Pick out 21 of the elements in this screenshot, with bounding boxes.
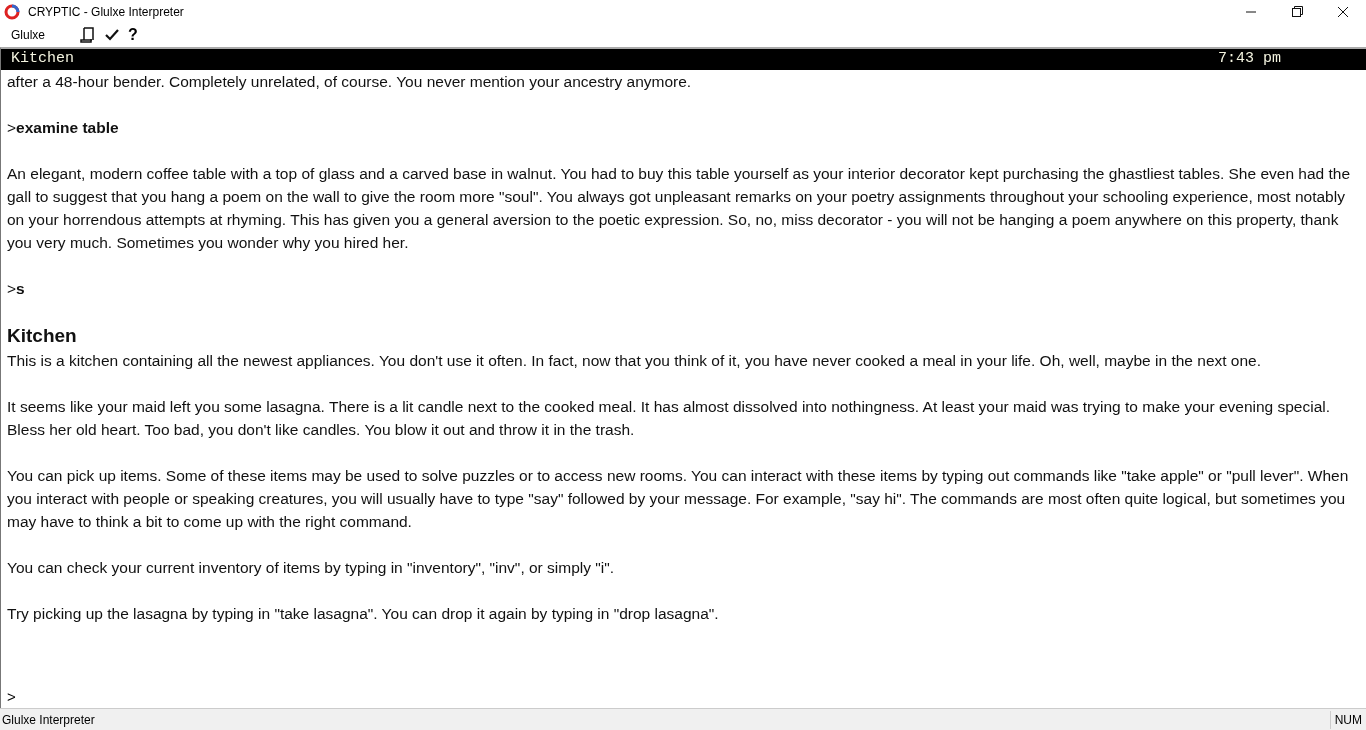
scroll-icon[interactable] bbox=[80, 26, 96, 44]
story-paragraph: This is a kitchen containing all the newest appliances. You don't use it often. In fact, now that you think of it, you have never cooked a meal in your life. Oh, well, maybe in the next one. bbox=[7, 351, 1263, 371]
story-paragraph: An elegant, modern coffee table with a top of glass and a carved base in walnut. You had to buy this table yourself as your interior decorator kept purchasing the ghastliest tables. She even had the gall to suggest that you hang a poem on the wall to give the room more "soul". You always got unpleasant remarks on your poetry assignments throughout your schooling experience, most notably on your horrendous attempts at rhyming. This has given you a general aversion to the poetic expression. So, no, miss decorator - you will not be hanging a poem anywhere on this property, thank you very much. Sometimes you wonder why you hired her. bbox=[7, 164, 1352, 253]
story-paragraph: You can pick up items. Some of these items may be used to solve puzzles or to access new rooms. You can interact with these items by typing out commands like "take apple" or "pull lever". When you interact with people or speaking creatures, you will usually have to type "say" followed by your message. For example, "say hi". The commands are most often quite logical, but sometimes you may have to think a bit to come up with the right command. bbox=[7, 466, 1350, 532]
input-prompt[interactable]: > bbox=[7, 685, 16, 709]
checkmark-icon[interactable] bbox=[104, 28, 120, 42]
num-lock-indicator: NUM bbox=[1329, 710, 1366, 729]
status-bar-text: Glulxe Interpreter bbox=[1, 711, 96, 729]
command-line: >s bbox=[7, 279, 26, 299]
window-title: CRYPTIC - Glulxe Interpreter bbox=[28, 3, 184, 21]
room-heading: Kitchen bbox=[7, 324, 78, 348]
app-icon bbox=[4, 3, 20, 20]
story-paragraph: You can check your current inventory of items by typing in "inventory", "inv", or simply "i". bbox=[7, 558, 616, 578]
command-line: >examine table bbox=[7, 118, 120, 138]
location-text: Kitchen bbox=[11, 49, 74, 70]
story-paragraph: Try picking up the lasagna by typing in "take lasagna". You can drop it again by typing in "drop lasagna". bbox=[7, 604, 720, 624]
story-paragraph: after a 48-hour bender. Completely unrelated, of course. You never mention your ancestry anymore. bbox=[7, 72, 693, 92]
story-paragraph: It seems like your maid left you some lasagna. There is a lit candle next to the cooked meal. It has almost dissolved into nothingness. At least your maid was trying to make your evening special. Bless her old heart. Too bad, you don't like candles. You blow it out and throw it in the trash. bbox=[7, 397, 1332, 440]
time-text: 7:43 pm bbox=[1218, 49, 1281, 70]
help-button[interactable]: ? bbox=[128, 23, 138, 47]
menu-item[interactable]: Glulxe bbox=[0, 26, 56, 44]
